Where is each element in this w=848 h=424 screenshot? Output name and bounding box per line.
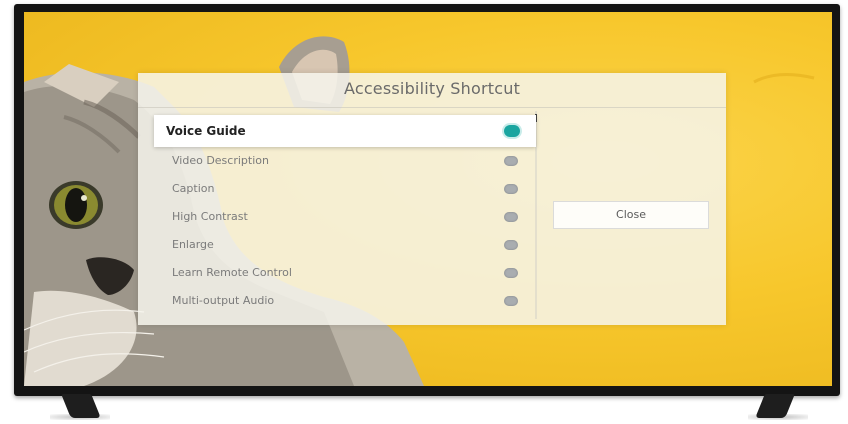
toggle-off-icon[interactable] [504,296,518,306]
list-item-learn-remote-control[interactable]: Learn Remote Control [154,259,536,287]
toggle-off-icon[interactable] [504,156,518,166]
toggle-off-icon[interactable] [504,212,518,222]
list-item-label: High Contrast [172,210,248,223]
list-item-label: Video Description [172,154,269,167]
toggle-off-icon[interactable] [504,184,518,194]
toggle-on-icon[interactable] [504,125,520,137]
dialog-title: Accessibility Shortcut [343,79,521,98]
toggle-off-icon[interactable] [504,268,518,278]
list-item-label: Multi-output Audio [172,294,275,307]
list-item-voice-guide[interactable]: Voice Guide [154,115,536,147]
list-item-high-contrast[interactable]: High Contrast [154,203,536,231]
list-item-video-description[interactable]: Video Description [154,147,536,175]
list-item-label: Voice Guide [166,124,246,138]
list-item-multi-output-audio[interactable]: Multi-output Audio [154,287,536,315]
list-item-enlarge[interactable]: Enlarge [154,231,536,259]
list-item-label: Caption [172,182,215,195]
list-item-label: Learn Remote Control [172,266,292,279]
accessibility-shortcut-dialog: Accessibility Shortcut Voice Guide Video… [138,73,726,325]
title-divider [138,107,726,108]
shortcut-list: Voice Guide Video Description Caption Hi… [154,113,538,317]
close-button[interactable]: Close [553,201,709,229]
list-item-label: Enlarge [172,238,214,251]
list-item-caption[interactable]: Caption [154,175,536,203]
toggle-off-icon[interactable] [504,240,518,250]
